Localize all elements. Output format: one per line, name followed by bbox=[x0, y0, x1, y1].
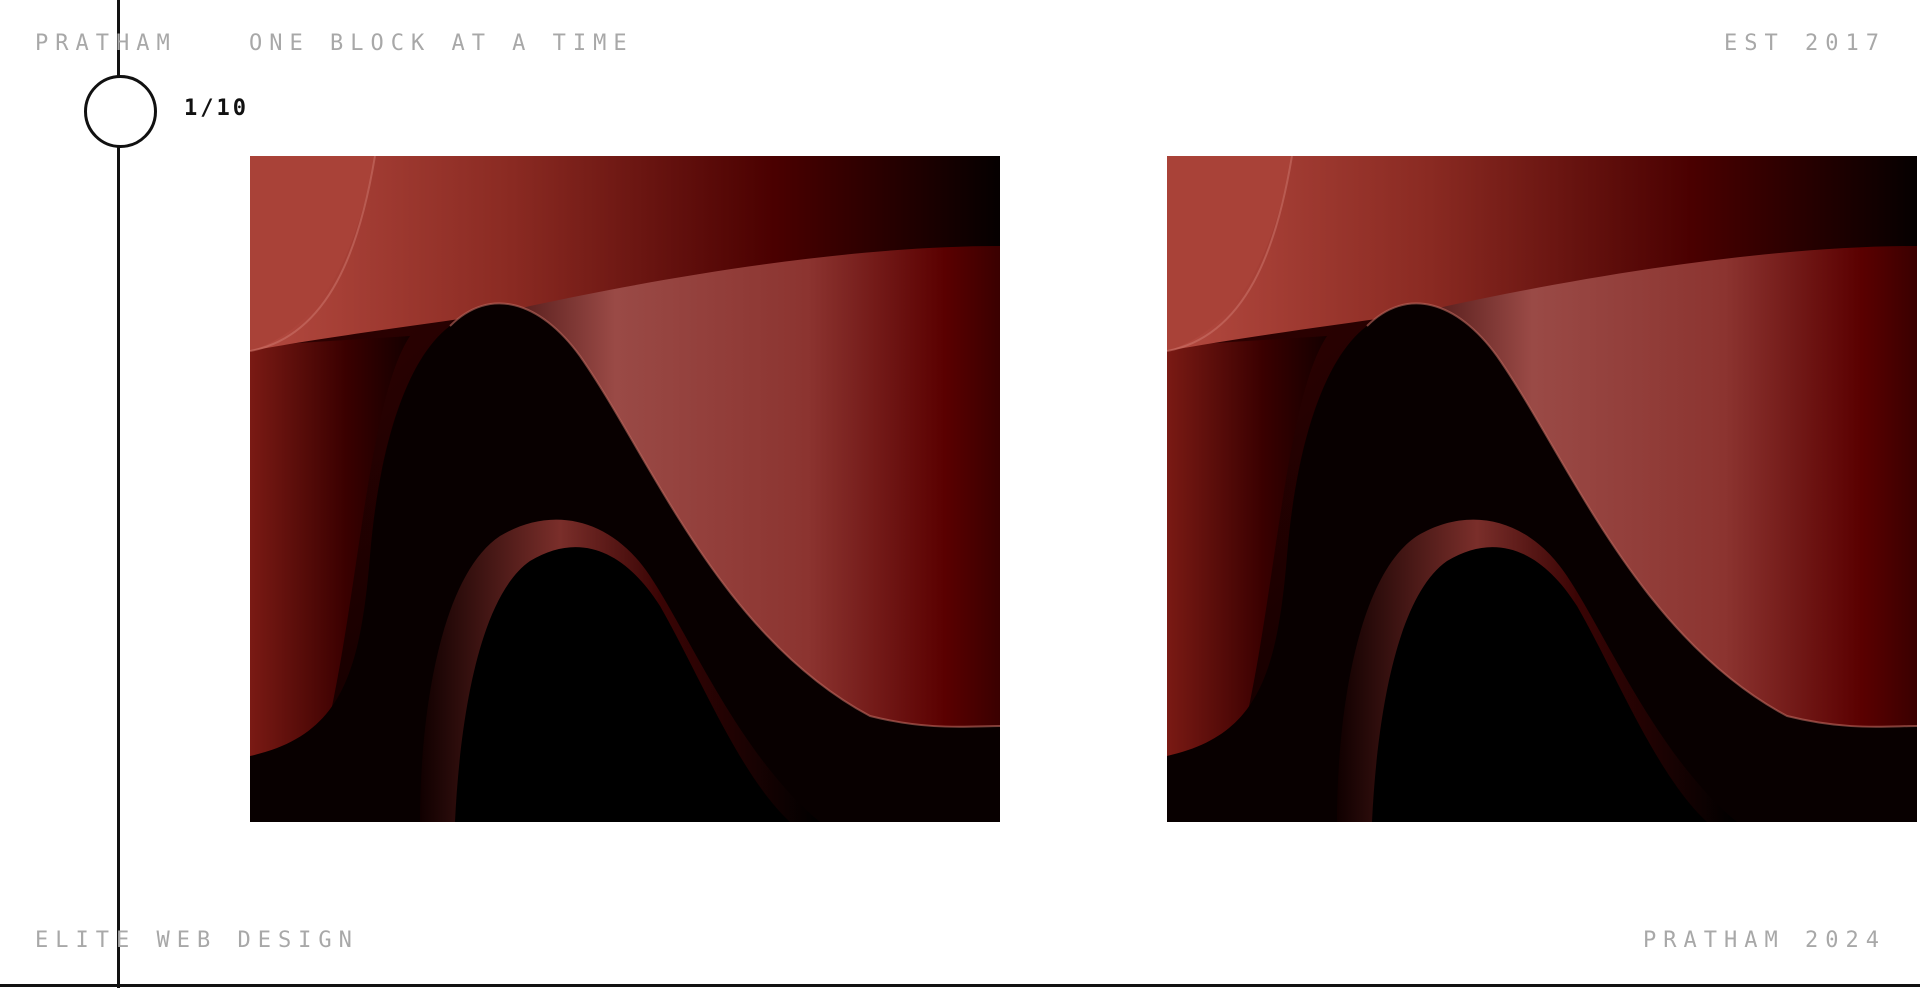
brand-name[interactable]: PRATHAM bbox=[35, 33, 177, 55]
footer-copyright: PRATHAM 2024 bbox=[1643, 928, 1886, 953]
abstract-red-waves-image bbox=[1167, 156, 1917, 822]
bottom-divider bbox=[0, 984, 1920, 987]
slide-image[interactable] bbox=[250, 156, 1000, 822]
timeline-marker-circle bbox=[84, 75, 157, 148]
timeline-line bbox=[117, 0, 120, 988]
established-year: EST 2017 bbox=[1724, 31, 1886, 56]
slide-counter: 1/10 bbox=[184, 96, 249, 121]
tagline: ONE BLOCK AT A TIME bbox=[249, 31, 634, 56]
slide-image[interactable] bbox=[1167, 156, 1917, 822]
abstract-red-waves-image bbox=[250, 156, 1000, 822]
footer-tagline: ELITE WEB DESIGN bbox=[35, 928, 359, 953]
